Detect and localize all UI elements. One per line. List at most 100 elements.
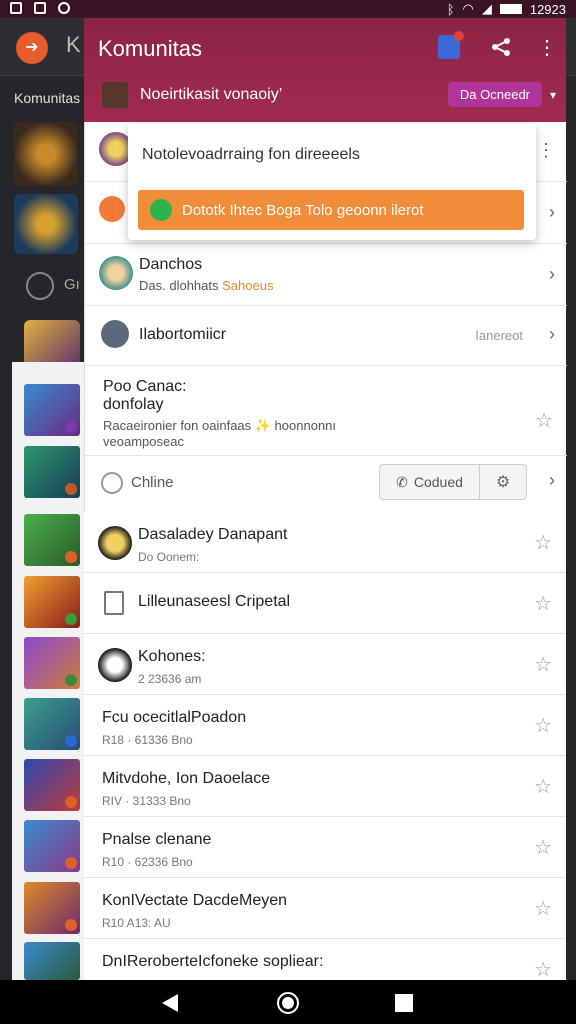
calendar-button[interactable] (436, 31, 464, 60)
star-icon[interactable]: ☆ (534, 774, 552, 799)
system-nav-bar (0, 980, 576, 1024)
chevron-right-icon[interactable]: › (549, 202, 555, 223)
badge-icon (65, 674, 77, 686)
notification-dot (454, 31, 464, 41)
community-avatar[interactable] (14, 122, 78, 186)
popup-action-button[interactable]: Dototk Ihtec Boga Tolo geoonn ilerot (138, 190, 524, 230)
list-item[interactable]: Pnalse clenane R10 · 62336 Bno ☆ (84, 817, 566, 878)
chevron-right-icon[interactable]: › (549, 470, 555, 491)
list-item-subtitle: R10 · 62336 Bno (102, 855, 193, 869)
list-item[interactable]: Mitvdohe, Ion Daoelace RIV · 31333 Bno ☆ (84, 756, 566, 817)
back-icon[interactable] (162, 994, 178, 1012)
list-item-title: KonIVectate DacdeMeyen (102, 892, 288, 909)
notification-popup: Notolevoadrraing fon direeeels Dototk Ih… (128, 124, 536, 240)
phone-icon: ✆ (396, 473, 408, 490)
document-icon (104, 591, 124, 615)
list-item[interactable]: Lilleunaseesl Cripetal ☆ (84, 573, 566, 634)
star-icon[interactable]: ☆ (534, 713, 552, 738)
card-item-row[interactable]: Ilabortomiicr Ianereot › (85, 306, 567, 366)
app-bar: Komunitas ⋮ Noeirtikasit vonaoiy’ Da Ocn… (84, 18, 566, 122)
community-avatar[interactable] (14, 194, 78, 254)
game-thumbnail[interactable] (24, 820, 80, 872)
badge-icon (65, 796, 77, 808)
signal-icon: ◢ (481, 1, 492, 16)
list-item-title: Fcu ocecitlalPoadon (102, 709, 247, 726)
calendar-notification-icon (10, 2, 22, 14)
bluetooth-icon: ᛒ (446, 1, 455, 17)
star-icon[interactable]: ☆ (534, 896, 552, 921)
star-icon[interactable]: ☆ (534, 652, 552, 677)
badge-icon (65, 919, 77, 931)
list-item-subtitle: Do Oonem: (138, 550, 200, 564)
star-icon[interactable]: ☆ (534, 957, 552, 982)
more-options-button[interactable]: ⋮ (534, 34, 560, 60)
group-icon[interactable] (26, 272, 54, 300)
badge-icon (65, 613, 77, 625)
community-header[interactable]: Noeirtikasit vonaoiy’ (102, 82, 282, 108)
game-thumbnail[interactable] (24, 882, 80, 934)
badge-icon (65, 735, 77, 747)
list-item-subtitle: R18 · 61336 Bno (102, 733, 193, 747)
chevron-right-icon[interactable]: › (549, 324, 555, 345)
post-description-line2: veoamposeac (103, 434, 184, 449)
list-item-title: Kohones: (138, 648, 206, 665)
background-header-letter: K (66, 32, 81, 57)
game-thumbnail[interactable] (24, 384, 80, 436)
star-icon[interactable]: ☆ (534, 591, 552, 616)
list-item[interactable]: DnIReroberteIcfoneke sopliear: ☆ (84, 939, 566, 982)
community-name: Noeirtikasit vonaoiy’ (140, 86, 283, 103)
list-item-title: DnIReroberteIcfoneke sopliear: (102, 953, 324, 970)
recents-icon[interactable] (395, 994, 413, 1012)
background-section-label: Komunitas (14, 90, 81, 106)
online-toggle[interactable] (101, 472, 123, 494)
settings-button[interactable]: ⚙ (480, 465, 526, 499)
join-button[interactable]: Da Ocneedr (447, 82, 542, 107)
list-item[interactable]: Dasaladey Danapant Do Oonem: ☆ (84, 512, 566, 573)
chat-icon (150, 199, 172, 221)
battery-icon (499, 4, 522, 14)
game-thumbnail[interactable] (24, 698, 80, 750)
online-label: Chline (131, 474, 174, 491)
call-label: Codued (413, 474, 463, 490)
popup-message: Notolevoadrraing fon direeeels (142, 146, 360, 163)
game-thumbnail[interactable] (24, 514, 80, 566)
shield-notification-icon (58, 2, 70, 14)
chevron-right-icon[interactable]: › (549, 264, 555, 285)
list-item-subtitle: RIV · 31333 Bno (102, 794, 191, 808)
game-thumbnail[interactable] (24, 446, 80, 498)
chevron-down-icon[interactable]: ▾ (550, 88, 556, 102)
list-item[interactable]: Kohones: 2 23636 am ☆ (84, 634, 566, 695)
card-member-row[interactable]: Danchos Das. dlohhats Sahoeus › (85, 244, 567, 306)
list-item[interactable]: KonIVectate DacdeMeyen R10 A13: AU ☆ (84, 878, 566, 939)
badge-icon (65, 551, 77, 563)
fire-icon (99, 196, 125, 222)
calendar-icon (438, 31, 464, 59)
card-actions: Chline ✆ Codued ⚙ › (85, 456, 567, 508)
home-icon[interactable] (277, 992, 299, 1014)
user-avatar (99, 256, 133, 290)
post-title-line2: donfolay (103, 396, 164, 413)
post-row[interactable]: Poo Canac: donfolay Racaeironier fon oai… (85, 366, 567, 456)
list-item-title: Mitvdohe, Ion Daoelace (102, 770, 271, 787)
popup-action-label: Dototk Ihtec Boga Tolo geoonn ilerot (182, 201, 424, 219)
info-icon (101, 320, 129, 348)
call-button[interactable]: ✆ Codued (380, 465, 480, 499)
list-item-title: Pnalse clenane (102, 831, 212, 848)
list-item-title: Lilleunaseesl Cripetal (138, 593, 291, 610)
wifi-icon: ◠ (462, 1, 474, 16)
status-time: 12923 (529, 1, 566, 17)
group-label: Gı (64, 276, 80, 293)
game-thumbnail[interactable] (24, 942, 80, 980)
more-vertical-icon: ⋮ (537, 36, 557, 59)
share-button[interactable] (488, 34, 514, 60)
game-thumbnail[interactable] (24, 576, 80, 628)
star-icon[interactable]: ☆ (534, 530, 552, 555)
post-description-line1: Racaeironier fon oainfaas ✨ hoonnonnı (103, 418, 337, 433)
star-icon[interactable]: ☆ (534, 835, 552, 860)
list-item[interactable]: Fcu ocecitlalPoadon R18 · 61336 Bno ☆ (84, 695, 566, 756)
game-thumbnail[interactable] (24, 759, 80, 811)
star-icon[interactable]: ☆ (535, 408, 553, 433)
app-logo-icon[interactable]: ➜ (16, 32, 48, 64)
more-vertical-icon[interactable]: ⋮ (537, 140, 555, 161)
game-thumbnail[interactable] (24, 637, 80, 689)
